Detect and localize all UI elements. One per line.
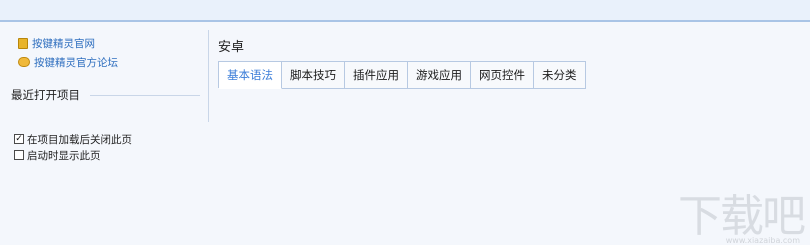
recent-projects-title: 最近打开项目: [11, 88, 80, 102]
recent-projects-divider: [90, 95, 200, 96]
show-on-startup-option[interactable]: 启动时显示此页: [14, 148, 101, 162]
tab-web-controls[interactable]: 网页控件: [471, 61, 534, 89]
tab-game-apps[interactable]: 游戏应用: [408, 61, 471, 89]
tab-plugin-apps[interactable]: 插件应用: [345, 61, 408, 89]
watermark-logo: 下载吧: [678, 191, 806, 242]
category-tabs: 基本语法 脚本技巧 插件应用 游戏应用 网页控件 未分类: [218, 61, 586, 89]
official-forum-link-label: 按键精灵官方论坛: [34, 56, 118, 69]
close-after-load-checkbox[interactable]: ✓: [14, 134, 24, 144]
close-after-load-option[interactable]: ✓ 在项目加载后关闭此页: [14, 132, 132, 146]
close-after-load-label: 在项目加载后关闭此页: [27, 133, 132, 146]
official-forum-link[interactable]: 按键精灵官方论坛: [18, 54, 118, 70]
tab-basic-syntax[interactable]: 基本语法: [219, 61, 282, 89]
tab-uncategorized[interactable]: 未分类: [534, 61, 586, 89]
tab-script-tips[interactable]: 脚本技巧: [282, 61, 345, 89]
chat-bubble-icon: [18, 57, 30, 67]
panel-divider: [208, 30, 209, 122]
official-site-link-label: 按键精灵官网: [32, 37, 95, 50]
document-icon: [18, 37, 28, 49]
top-toolbar: [0, 0, 810, 22]
category-title: 安卓: [218, 40, 245, 55]
show-on-startup-label: 启动时显示此页: [27, 149, 101, 162]
official-site-link[interactable]: 按键精灵官网: [18, 35, 95, 51]
show-on-startup-checkbox[interactable]: [14, 150, 24, 160]
watermark-url: www.xiazaiba.com: [725, 236, 800, 245]
